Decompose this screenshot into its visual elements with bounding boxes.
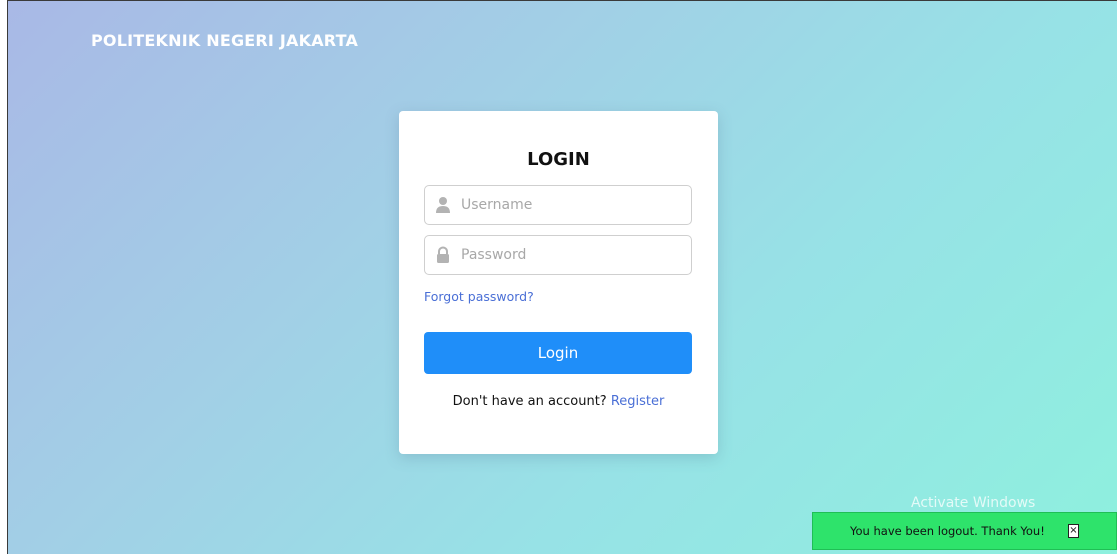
login-button[interactable]: Login — [424, 332, 692, 374]
register-prompt: Don't have an account? — [452, 394, 611, 409]
left-border — [7, 0, 8, 554]
logout-toast: You have been logout. Thank You! × — [812, 512, 1117, 550]
login-card: LOGIN Forgot password? Login Don't — [399, 111, 718, 454]
username-input[interactable] — [461, 186, 683, 224]
password-input[interactable] — [461, 236, 683, 274]
register-link[interactable]: Register — [611, 394, 665, 409]
forgot-password-link[interactable]: Forgot password? — [424, 289, 534, 304]
register-row: Don't have an account? Register — [399, 394, 718, 409]
login-title: LOGIN — [527, 149, 590, 170]
activate-windows-watermark: Activate Windows — [911, 495, 1036, 511]
password-field[interactable] — [424, 235, 692, 275]
page: POLITEKNIK NEGERI JAKARTA LOGIN Forgot p… — [0, 0, 1117, 554]
user-icon — [435, 196, 451, 214]
brand-title: POLITEKNIK NEGERI JAKARTA — [91, 31, 359, 50]
username-field[interactable] — [424, 185, 692, 225]
close-icon[interactable]: × — [1068, 524, 1079, 538]
top-border — [8, 0, 1117, 1]
lock-icon — [435, 246, 451, 264]
toast-message: You have been logout. Thank You! — [850, 524, 1045, 538]
left-strip — [0, 0, 7, 554]
